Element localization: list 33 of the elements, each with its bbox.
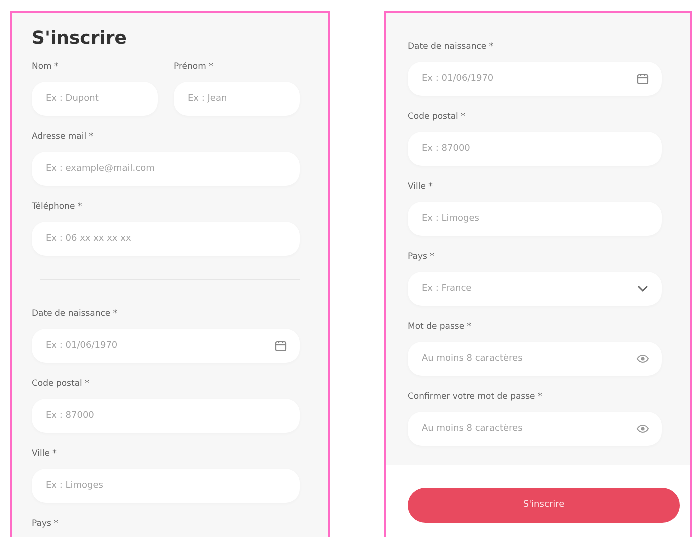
field-label: Code postal *	[32, 378, 90, 391]
field-label: Pays *	[32, 518, 60, 531]
field-label: Code postal *	[408, 111, 466, 124]
input-field[interactable]: Ex : 87000	[32, 399, 300, 433]
input-field[interactable]: Au moins 8 caractères	[408, 412, 662, 446]
input-field[interactable]: Ex : example@mail.com	[32, 152, 300, 186]
input-field[interactable]: Ex : 01/06/1970	[408, 62, 662, 96]
submit-button[interactable]: S'inscrire	[408, 488, 680, 523]
input-field[interactable]: Au moins 8 caractères	[408, 342, 662, 376]
calendar-icon[interactable]	[274, 339, 288, 353]
field-label: Adresse mail *	[32, 131, 95, 144]
input-field[interactable]: Ex : Dupont	[32, 82, 158, 116]
input-field[interactable]: Ex : 06 xx xx xx xx	[32, 222, 300, 256]
input-field[interactable]: Ex : Jean	[174, 82, 300, 116]
field-label: Téléphone *	[32, 201, 84, 214]
input-field[interactable]: Ex : Limoges	[408, 202, 662, 236]
field-label: Date de naissance *	[32, 308, 119, 321]
eye-icon[interactable]	[636, 422, 650, 436]
form-title: S'inscrire	[32, 27, 128, 51]
field-label: Pays *	[408, 251, 436, 264]
input-field[interactable]: Ex : 01/06/1970	[32, 329, 300, 363]
input-field[interactable]: Ex : Limoges	[32, 469, 300, 503]
field-label: Prénom *	[174, 61, 214, 74]
field-label: Mot de passe *	[408, 321, 473, 334]
calendar-icon[interactable]	[636, 72, 650, 86]
input-field[interactable]: Ex : 87000	[408, 132, 662, 166]
field-label: Confirmer votre mot de passe *	[408, 391, 544, 404]
input-field[interactable]: Ex : France	[408, 272, 662, 306]
field-label: Ville *	[32, 448, 58, 461]
field-label: Ville *	[408, 181, 434, 194]
eye-icon[interactable]	[636, 352, 650, 366]
field-label: Nom *	[32, 61, 60, 74]
field-label: Date de naissance *	[408, 41, 495, 54]
